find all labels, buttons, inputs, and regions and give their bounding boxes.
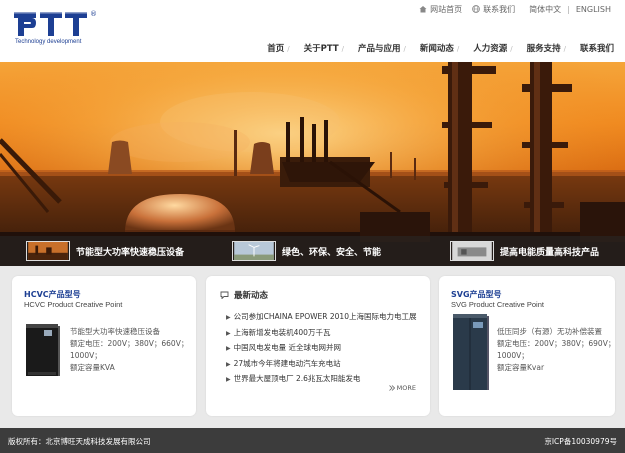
nav-item-about[interactable]: 关于PTT / (297, 42, 351, 54)
desc-line: 1000V； (497, 351, 529, 360)
contact-link-label: 联系我们 (483, 4, 516, 14)
bullet-icon: ▶ (226, 360, 231, 368)
news-item-text: 中国风电发电量 近全球电网并网 (233, 343, 342, 352)
news-item[interactable]: ▶ 公司参加CHAINA EPOWER 2010上海国际电力电工展 (226, 309, 426, 325)
nav-separator: / (510, 45, 513, 53)
contact-link[interactable]: 联系我们 (472, 4, 515, 15)
desc-line: 1000V； (70, 351, 102, 360)
feature-thumbnail-plant (26, 241, 70, 261)
bullet-icon: ▶ (226, 314, 231, 321)
nav-item-label: 产品与应用 (357, 44, 401, 54)
top-links: 网站首页 联系我们 简体中文 | ENGLISH (409, 3, 611, 15)
site-header: ® Technology development 网站首页 联系我们 简体中文 … (0, 0, 625, 62)
nav-item-label: 关于PTT (303, 44, 339, 54)
lang-separator: | (567, 4, 570, 14)
nav-item-support[interactable]: 服务支持 / (520, 42, 573, 54)
nav-item-label: 人力资源 (473, 44, 508, 54)
desc-line: 低压同步（有源）无功补偿装置 (497, 327, 602, 336)
svg-cabinet-image (453, 314, 489, 390)
hcvc-cabinet-image (26, 324, 60, 376)
feature-thumbnail-wind (232, 241, 276, 261)
desc-line: 额定容量KVA (70, 363, 115, 372)
nav-item-hr[interactable]: 人力资源 / (466, 42, 519, 54)
nav-item-label: 联系我们 (579, 44, 614, 54)
chat-bubble-icon (220, 291, 229, 299)
news-item[interactable]: ▶ 上海新增发电装机400万千瓦 (226, 325, 426, 341)
feature-label: 提高电能质量高科技产品 (500, 247, 600, 258)
ptt-logo-mark (14, 12, 87, 36)
news-title: 最新动态 (234, 291, 269, 301)
hcvc-card-subtitle: HCVC Product Creative Point (24, 300, 123, 309)
nav-item-news[interactable]: 新闻动态 / (413, 42, 466, 54)
desc-line: 额定容量Kvar (497, 363, 545, 372)
feature-label: 绿色、环保、安全、节能 (282, 247, 382, 258)
double-chevron-icon (388, 385, 395, 391)
home-icon (419, 6, 427, 13)
home-link-label: 网站首页 (430, 4, 463, 14)
news-item-text: 公司参加CHAINA EPOWER 2010上海国际电力电工展 (233, 312, 417, 321)
news-item[interactable]: ▶ 27城市今年将建电动汽车充电站 (226, 356, 426, 372)
desc-line: 节能型大功率快速稳压设备 (70, 327, 160, 336)
home-link[interactable]: 网站首页 (419, 4, 462, 15)
svg-card-title[interactable]: SVG产品型号 (451, 289, 502, 300)
news-list: ▶ 公司参加CHAINA EPOWER 2010上海国际电力电工展 ▶ 上海新增发电… (226, 309, 426, 387)
hcvc-product-card[interactable]: HCVC产品型号 HCVC Product Creative Point 节能型… (12, 276, 196, 416)
bullet-icon: ▶ (226, 345, 231, 352)
nav-item-label: 首页 (267, 44, 285, 54)
news-item[interactable]: ▶ 中国风电发电量 近全球电网并网 (226, 340, 426, 356)
desc-line: 额定电压：200V；380V；690V； (497, 339, 616, 348)
news-header: 最新动态 (220, 289, 268, 301)
icp-license-link[interactable]: 京ICP备10030979号 (544, 436, 617, 447)
more-label: MORE (396, 384, 416, 392)
hcvc-card-description: 节能型大功率快速稳压设备 额定电压：200V；380V；660V； 1000V；… (70, 326, 188, 374)
feature-item-2[interactable]: 绿色、环保、安全、节能 (232, 240, 381, 262)
nav-item-contact[interactable]: 联系我们 (573, 42, 621, 54)
nav-item-label: 新闻动态 (419, 44, 454, 54)
globe-icon (472, 5, 480, 13)
svg-card-subtitle: SVG Product Creative Point (451, 300, 544, 309)
registered-mark: ® (90, 10, 97, 18)
desc-line: 额定电压：200V；380V；660V； (70, 339, 189, 348)
logo-tagline: Technology development (15, 39, 82, 45)
news-item-text: 上海新增发电装机400万千瓦 (233, 327, 331, 337)
feature-label: 节能型大功率快速稳压设备 (76, 247, 185, 258)
news-item-text: 世界最大屋顶电厂 2.6兆瓦太阳能发电 (233, 374, 361, 383)
nav-separator: / (287, 45, 290, 53)
nav-separator: / (403, 45, 406, 53)
more-link[interactable]: MORE (388, 384, 416, 392)
content-area: HCVC产品型号 HCVC Product Creative Point 节能型… (0, 266, 625, 428)
ptt-logo[interactable]: ® Technology development (14, 10, 100, 48)
nav-item-label: 服务支持 (526, 44, 561, 54)
copyright-text: 版权所有：北京博旺天成科技发展有限公司 (8, 437, 151, 446)
main-nav: 首页 / 关于PTT / 产品与应用 / 新闻动态 / 人力资源 / 服务支持 / 联系我们 (260, 41, 621, 55)
feature-item-1[interactable]: 节能型大功率快速稳压设备 (26, 240, 184, 262)
nav-item-home[interactable]: 首页 / (260, 42, 296, 54)
bullet-icon: ▶ (226, 329, 231, 337)
lang-english-link[interactable]: ENGLISH (576, 5, 611, 14)
lang-chinese-link[interactable]: 简体中文 (529, 4, 561, 15)
feature-thumbnail-equipment (450, 241, 494, 261)
nav-separator: / (563, 45, 566, 53)
svg-card-description: 低压同步（有源）无功补偿装置 额定电压：200V；380V；690V； 1000… (497, 326, 615, 374)
svg-product-card[interactable]: SVG产品型号 SVG Product Creative Point 低压同步（… (439, 276, 615, 416)
site-footer: 版权所有：北京博旺天成科技发展有限公司 京ICP备10030979号 (0, 428, 625, 453)
hcvc-card-title[interactable]: HCVC产品型号 (24, 289, 81, 300)
news-card: 最新动态 ▶ 公司参加CHAINA EPOWER 2010上海国际电力电工展 ▶ 上… (206, 276, 430, 416)
bullet-icon: ▶ (226, 376, 231, 383)
nav-separator: / (341, 45, 344, 53)
nav-item-products[interactable]: 产品与应用 / (351, 42, 413, 54)
news-item-text: 27城市今年将建电动汽车充电站 (233, 358, 341, 368)
feature-item-3[interactable]: 提高电能质量高科技产品 (450, 240, 599, 262)
nav-separator: / (456, 45, 460, 53)
